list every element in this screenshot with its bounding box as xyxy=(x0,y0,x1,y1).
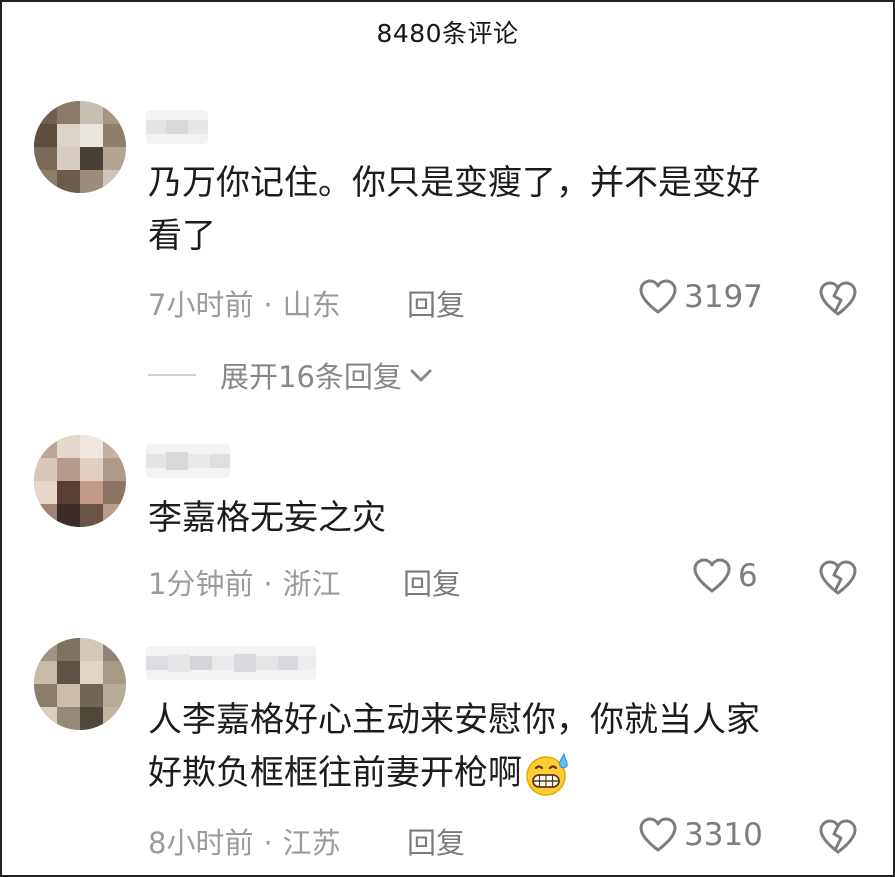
heart-outline-icon xyxy=(693,558,731,593)
reply-button[interactable]: 回复 xyxy=(403,561,461,603)
comment-location: 江苏 xyxy=(282,826,341,860)
broken-heart-icon xyxy=(819,281,857,316)
expand-replies-label: 展开16条回复 xyxy=(220,360,402,394)
avatar[interactable] xyxy=(34,101,126,193)
dislike-button[interactable] xyxy=(818,818,858,860)
comment-meta: 7小时前 · 山东 xyxy=(148,282,341,324)
comment-text-line: 人李嘉格好心主动来安慰你，你就当人家 xyxy=(148,700,760,740)
chevron-down-icon xyxy=(410,369,432,382)
comment-text-line-with-emoji: 好欺负框框往前妻开枪啊 xyxy=(148,747,848,800)
like-button[interactable]: 6 xyxy=(692,557,758,595)
comment-meta: 8小时前 · 江苏 xyxy=(148,820,341,862)
heart-outline-icon xyxy=(639,817,677,852)
username-blurred[interactable] xyxy=(146,444,230,478)
avatar[interactable] xyxy=(34,638,126,730)
username-blurred[interactable] xyxy=(146,110,208,144)
like-count: 3310 xyxy=(684,817,763,853)
comment-count-title: 8480条评论 xyxy=(376,19,519,48)
dislike-button[interactable] xyxy=(818,280,858,322)
like-button[interactable]: 3310 xyxy=(638,816,763,854)
separator-dot: · xyxy=(263,567,273,601)
comment-text-line: 好欺负框框往前妻开枪啊 xyxy=(148,753,522,793)
grimacing-sweat-emoji xyxy=(526,752,568,796)
like-count: 3197 xyxy=(684,279,763,315)
comment-text: 乃万你记住。你只是变瘦了，并不是变好 看了 xyxy=(148,157,848,263)
reply-button[interactable]: 回复 xyxy=(407,282,465,324)
dislike-button[interactable] xyxy=(818,559,858,601)
comment-time: 8小时前 xyxy=(148,826,254,860)
comment-text-line: 看了 xyxy=(148,216,216,256)
comment-text: 人李嘉格好心主动来安慰你，你就当人家 好欺负框框往前妻开枪啊 xyxy=(148,694,848,800)
username-blurred[interactable] xyxy=(146,646,316,680)
comment-text-line: 乃万你记住。你只是变瘦了，并不是变好 xyxy=(148,163,760,203)
comment-time: 1分钟前 xyxy=(148,567,254,601)
comment-text-line: 李嘉格无妄之灾 xyxy=(148,498,386,538)
like-button[interactable]: 3197 xyxy=(638,278,763,316)
separator-dot: · xyxy=(263,826,273,860)
comment-time: 7小时前 xyxy=(148,288,254,322)
separator-dot: · xyxy=(263,288,273,322)
comment-location: 浙江 xyxy=(282,567,341,601)
broken-heart-icon xyxy=(819,819,857,854)
comment-meta: 1分钟前 · 浙江 xyxy=(148,561,341,603)
expand-replies-button[interactable]: 展开16条回复 xyxy=(148,354,434,396)
expand-divider-line xyxy=(148,374,196,376)
reply-button[interactable]: 回复 xyxy=(407,820,465,862)
like-count: 6 xyxy=(738,558,758,594)
heart-outline-icon xyxy=(639,279,677,314)
comment-location: 山东 xyxy=(282,288,341,322)
broken-heart-icon xyxy=(819,560,857,595)
avatar[interactable] xyxy=(34,435,126,527)
comment-text: 李嘉格无妄之灾 xyxy=(148,492,848,545)
